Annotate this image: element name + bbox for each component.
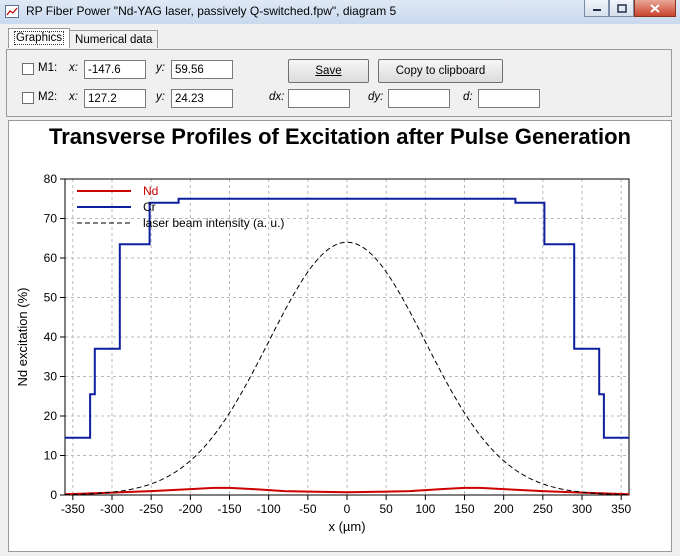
x-tick-label: -350	[61, 502, 85, 516]
x-tick-label: 100	[415, 502, 435, 516]
y-tick-label: 20	[44, 409, 58, 423]
y-tick-label: 30	[44, 370, 58, 384]
x-tick-label: -200	[178, 502, 202, 516]
title-bar: RP Fiber Power "Nd-YAG laser, passively …	[0, 0, 680, 25]
x-tick-label: 250	[533, 502, 553, 516]
m1-x-label: x:	[69, 62, 78, 74]
tab-strip: Graphics Numerical data	[8, 28, 159, 50]
marker-panel: M1: x: y: M2: x: y: Save Copy to clipboa…	[6, 49, 672, 117]
d-label: d:	[463, 91, 473, 103]
x-tick-label: -50	[299, 502, 317, 516]
tab-numerical-data[interactable]: Numerical data	[69, 30, 159, 48]
window-title: RP Fiber Power "Nd-YAG laser, passively …	[26, 4, 397, 18]
x-axis-label: x (µm)	[328, 519, 365, 534]
d-input[interactable]	[478, 89, 540, 108]
legend-label-1: Cr	[143, 200, 156, 214]
legend-label-0: Nd	[143, 184, 158, 198]
window-body: Graphics Numerical data M1: x: y: M2: x:…	[0, 24, 680, 556]
y-tick-label: 10	[44, 449, 58, 463]
m2-x-label: x:	[69, 91, 78, 103]
m1-label: M1:	[38, 62, 58, 74]
x-tick-label: 50	[379, 502, 393, 516]
tab-numerical-data-label: Numerical data	[75, 34, 153, 46]
app-icon	[5, 5, 19, 18]
legend-label-2: laser beam intensity (a. u.)	[143, 216, 284, 230]
copy-to-clipboard-button[interactable]: Copy to clipboard	[378, 59, 503, 83]
m2-checkbox[interactable]	[22, 92, 34, 104]
x-tick-label: 0	[344, 502, 351, 516]
dy-label: dy:	[368, 91, 384, 103]
m2-y-input[interactable]	[171, 89, 233, 108]
y-tick-label: 60	[44, 251, 58, 265]
save-button-label: Save	[315, 65, 342, 77]
minimize-icon[interactable]	[584, 0, 609, 17]
chart-canvas: -350 -300 -250 -200 -150 -100 -50 0 50 100 150 200 2…	[15, 172, 631, 534]
x-tick-label: -250	[139, 502, 163, 516]
window-controls	[584, 0, 676, 18]
x-tick-label: 350	[611, 502, 631, 516]
dy-input[interactable]	[388, 89, 450, 108]
plot-area[interactable]: Transverse Profiles of Excitation after …	[8, 120, 672, 552]
dx-label: dx:	[269, 91, 285, 103]
y-tick-label: 40	[44, 330, 58, 344]
maximize-icon[interactable]	[609, 0, 634, 17]
x-tick-label: 200	[494, 502, 514, 516]
y-tick-label: 50	[44, 291, 58, 305]
m2-x-input[interactable]	[84, 89, 146, 108]
tab-graphics-label: Graphics	[14, 31, 65, 45]
y-tick-label: 80	[44, 172, 58, 186]
x-tick-label: -300	[100, 502, 124, 516]
y-tick-label: 0	[50, 488, 57, 502]
m1-y-label: y:	[156, 62, 165, 74]
x-tick-label: -100	[257, 502, 281, 516]
y-axis-label: Nd excitation (%)	[15, 288, 30, 387]
x-tick-label: 300	[572, 502, 592, 516]
m1-x-input[interactable]	[84, 60, 146, 79]
dx-input[interactable]	[288, 89, 350, 108]
close-icon[interactable]	[634, 0, 676, 17]
save-button[interactable]: Save	[288, 59, 369, 83]
y-tick-label: 70	[44, 212, 58, 226]
m2-y-label: y:	[156, 91, 165, 103]
x-tick-label: 150	[454, 502, 474, 516]
m1-y-input[interactable]	[171, 60, 233, 79]
m1-checkbox[interactable]	[22, 63, 34, 75]
tab-graphics[interactable]: Graphics	[8, 28, 71, 48]
x-tick-label: -150	[217, 502, 241, 516]
m2-label: M2:	[38, 91, 58, 103]
